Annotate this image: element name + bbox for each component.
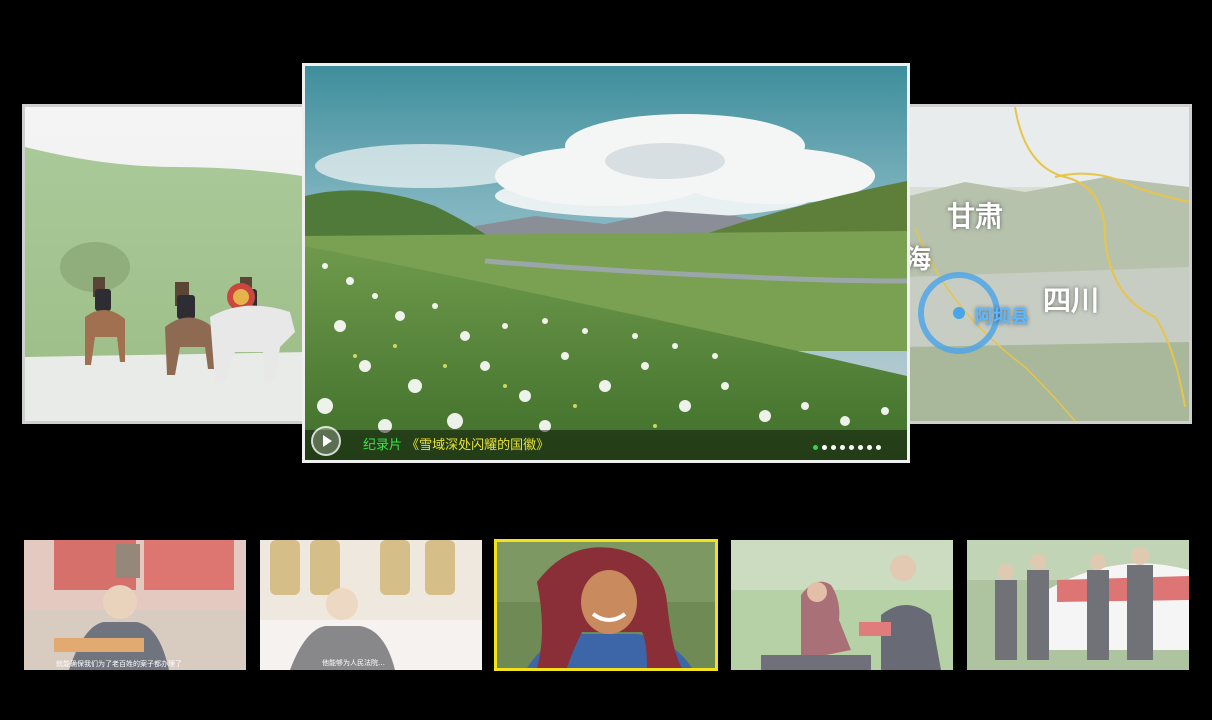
previous-slide[interactable]: [22, 104, 312, 424]
current-slide[interactable]: 纪录片 《雪域深处闪耀的国徽》: [302, 63, 910, 463]
tibetan-woman-image: [497, 542, 715, 668]
video-carousel-stage: 甘肃 海 四川 阿坝县 纪录片 《雪域深处闪耀的国徽》 就能确保我们为了老百姓的…: [0, 0, 1212, 720]
play-icon: [323, 435, 332, 447]
horse-riders-image: [25, 107, 309, 421]
pagination-dot-8[interactable]: [876, 445, 881, 450]
thumbnail-strip: 就能确保我们为了老百姓的案子都办理了 他能够为人民法院…: [24, 539, 1190, 671]
next-slide[interactable]: 甘肃 海 四川 阿坝县: [902, 104, 1192, 424]
pagination-dot-2[interactable]: [822, 445, 827, 450]
map-label-gansu: 甘肃: [947, 200, 1004, 233]
thumbnail-2[interactable]: 他能够为人民法院…: [260, 540, 482, 670]
pagination-dot-3[interactable]: [831, 445, 836, 450]
video-caption[interactable]: 纪录片 《雪域深处闪耀的国徽》: [363, 434, 549, 453]
thumbnail-3[interactable]: [494, 539, 718, 671]
play-button[interactable]: [311, 426, 341, 456]
tent-court-image: [967, 540, 1189, 670]
pagination-dot-7[interactable]: [867, 445, 872, 450]
thumb-1-subtitle: 就能确保我们为了老百姓的案子都办理了: [56, 659, 182, 668]
thumb-2-subtitle: 他能够为人民法院…: [322, 658, 385, 667]
pagination-dot-4[interactable]: [840, 445, 845, 450]
thumbnail-4[interactable]: [731, 540, 953, 670]
official-interview-image: 就能确保我们为了老百姓的案子都办理了: [24, 540, 246, 670]
pagination-dot-1[interactable]: [813, 445, 818, 450]
aba-county-map-image: [905, 107, 1189, 421]
thumbnail-1[interactable]: 就能确保我们为了老百姓的案子都办理了: [24, 540, 246, 670]
map-label-aba: 阿坝县: [975, 307, 1029, 328]
caption-title: 《雪域深处闪耀的国徽》: [406, 438, 550, 453]
map-label-sichuan: 四川: [1043, 284, 1100, 317]
field-interview-image: [731, 540, 953, 670]
pagination-dot-5[interactable]: [849, 445, 854, 450]
pagination-dot-6[interactable]: [858, 445, 863, 450]
caption-lead: 纪录片: [363, 438, 403, 453]
thumbnail-5[interactable]: [967, 540, 1189, 670]
prayer-wheels-elder-image: 他能够为人民法院…: [260, 540, 482, 670]
pagination-dots: [813, 445, 881, 450]
flower-meadow-image: [305, 66, 907, 460]
